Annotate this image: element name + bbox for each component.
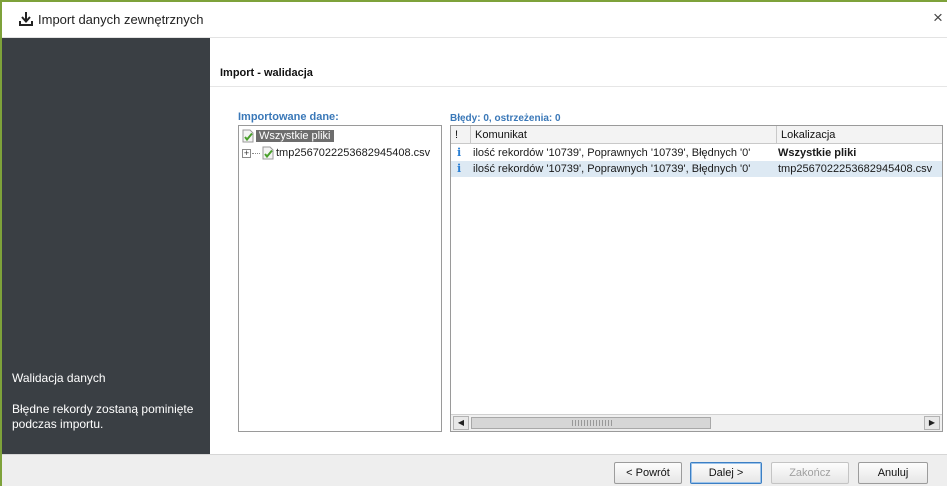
table-row[interactable]: i ilość rekordów '10739', Poprawnych '10… [451,145,942,161]
tree-item-all-files[interactable]: Wszystkie pliki [242,128,334,144]
document-check-icon [242,129,254,143]
next-button[interactable]: Dalej > [690,462,762,484]
tree-item-label: Wszystkie pliki [256,130,334,142]
horizontal-scrollbar[interactable]: ◀ ▶ [451,414,942,431]
expand-icon[interactable]: + [242,148,251,158]
wizard-sidebar: Walidacja danych Błędne rekordy zostaną … [2,38,210,454]
imported-data-label: Importowane dane: [238,111,339,123]
row-message: ilość rekordów '10739', Poprawnych '1073… [473,147,751,159]
header-divider [210,86,947,87]
tree-item-file[interactable]: + tmp2567022253682945408.csv [242,145,430,161]
row-location: Wszystkie pliki [778,147,857,159]
grid-header: ! Komunikat Lokalizacja [451,126,942,144]
wizard-content: Import - walidacja Importowane dane: Błę… [210,38,947,454]
errors-summary-label: Błędy: 0, ostrzeżenia: 0 [450,113,561,124]
row-message: ilość rekordów '10739', Poprawnych '1073… [473,163,751,175]
sidebar-step-description: Błędne rekordy zostaną pominięte podczas… [12,402,194,431]
cancel-button[interactable]: Anuluj [858,462,928,484]
scroll-right-icon[interactable]: ▶ [924,416,940,430]
row-location: tmp2567022253682945408.csv [778,163,933,175]
close-button[interactable]: × [933,6,947,30]
wizard-footer: < Powrót Dalej > Zakończ Anuluj [2,454,947,486]
finish-button[interactable]: Zakończ [771,462,849,484]
column-header-message[interactable]: Komunikat [471,126,777,144]
tree-item-label: tmp2567022253682945408.csv [276,147,431,159]
info-icon: i [457,162,462,175]
title-bar: Import danych zewnętrznych × [2,2,947,38]
table-row[interactable]: i ilość rekordów '10739', Poprawnych '10… [451,161,942,177]
download-icon [19,12,33,26]
window-title: Import danych zewnętrznych [38,12,204,27]
imported-files-tree[interactable]: Wszystkie pliki + tmp2567022253682945408… [238,125,442,432]
back-button[interactable]: < Powrót [614,462,682,484]
info-icon: i [457,146,462,159]
scrollbar-thumb[interactable] [471,417,711,429]
step-header: Import - walidacja [220,67,313,79]
scroll-left-icon[interactable]: ◀ [453,416,469,430]
import-dialog: Import danych zewnętrznych × Walidacja d… [0,0,947,486]
document-check-icon [262,146,274,160]
grip-icon [572,420,612,426]
tree-connector [252,152,260,154]
sidebar-step-title: Walidacja danych [12,371,106,385]
column-header-location[interactable]: Lokalizacja [777,126,942,144]
column-header-severity[interactable]: ! [451,126,471,144]
validation-messages-grid[interactable]: ! Komunikat Lokalizacja i ilość rekordów… [450,125,943,432]
